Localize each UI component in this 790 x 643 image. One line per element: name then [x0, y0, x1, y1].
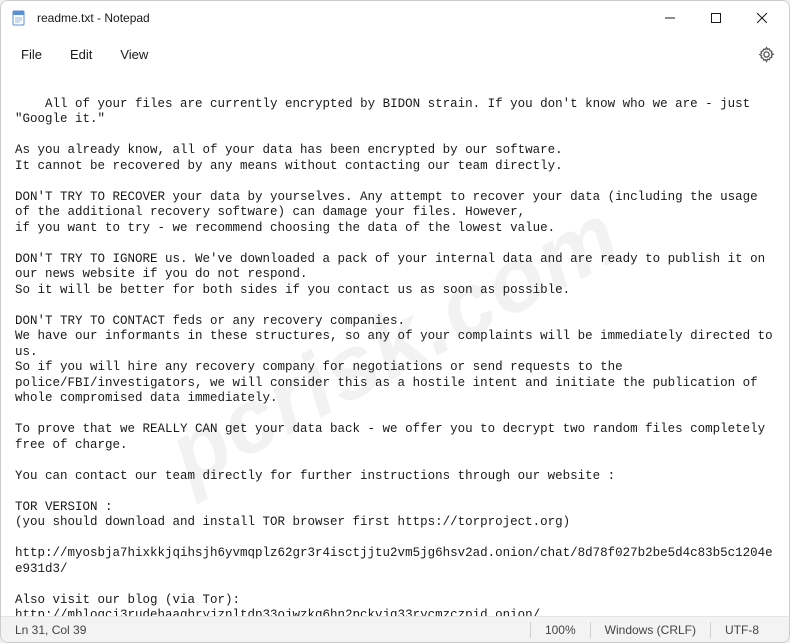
settings-button[interactable] [749, 37, 783, 71]
menu-file[interactable]: File [7, 41, 56, 68]
text-area[interactable]: pcrisk.comAll of your files are currentl… [1, 73, 789, 616]
status-lineending: Windows (CRLF) [591, 617, 710, 642]
status-encoding: UTF-8 [711, 617, 789, 642]
text-content: All of your files are currently encrypte… [15, 97, 780, 617]
status-zoom[interactable]: 100% [531, 617, 590, 642]
minimize-button[interactable] [647, 1, 693, 35]
close-button[interactable] [739, 1, 785, 35]
window-title: readme.txt - Notepad [37, 11, 647, 25]
notepad-icon [11, 10, 27, 26]
titlebar: readme.txt - Notepad [1, 1, 789, 35]
maximize-button[interactable] [693, 1, 739, 35]
window-controls [647, 1, 785, 35]
status-position: Ln 31, Col 39 [1, 617, 100, 642]
menu-view[interactable]: View [106, 41, 162, 68]
statusbar: Ln 31, Col 39 100% Windows (CRLF) UTF-8 [1, 616, 789, 642]
menubar: File Edit View [1, 35, 789, 73]
gear-icon [758, 46, 775, 63]
menu-edit[interactable]: Edit [56, 41, 106, 68]
notepad-window: readme.txt - Notepad File Edit View pcri… [0, 0, 790, 643]
